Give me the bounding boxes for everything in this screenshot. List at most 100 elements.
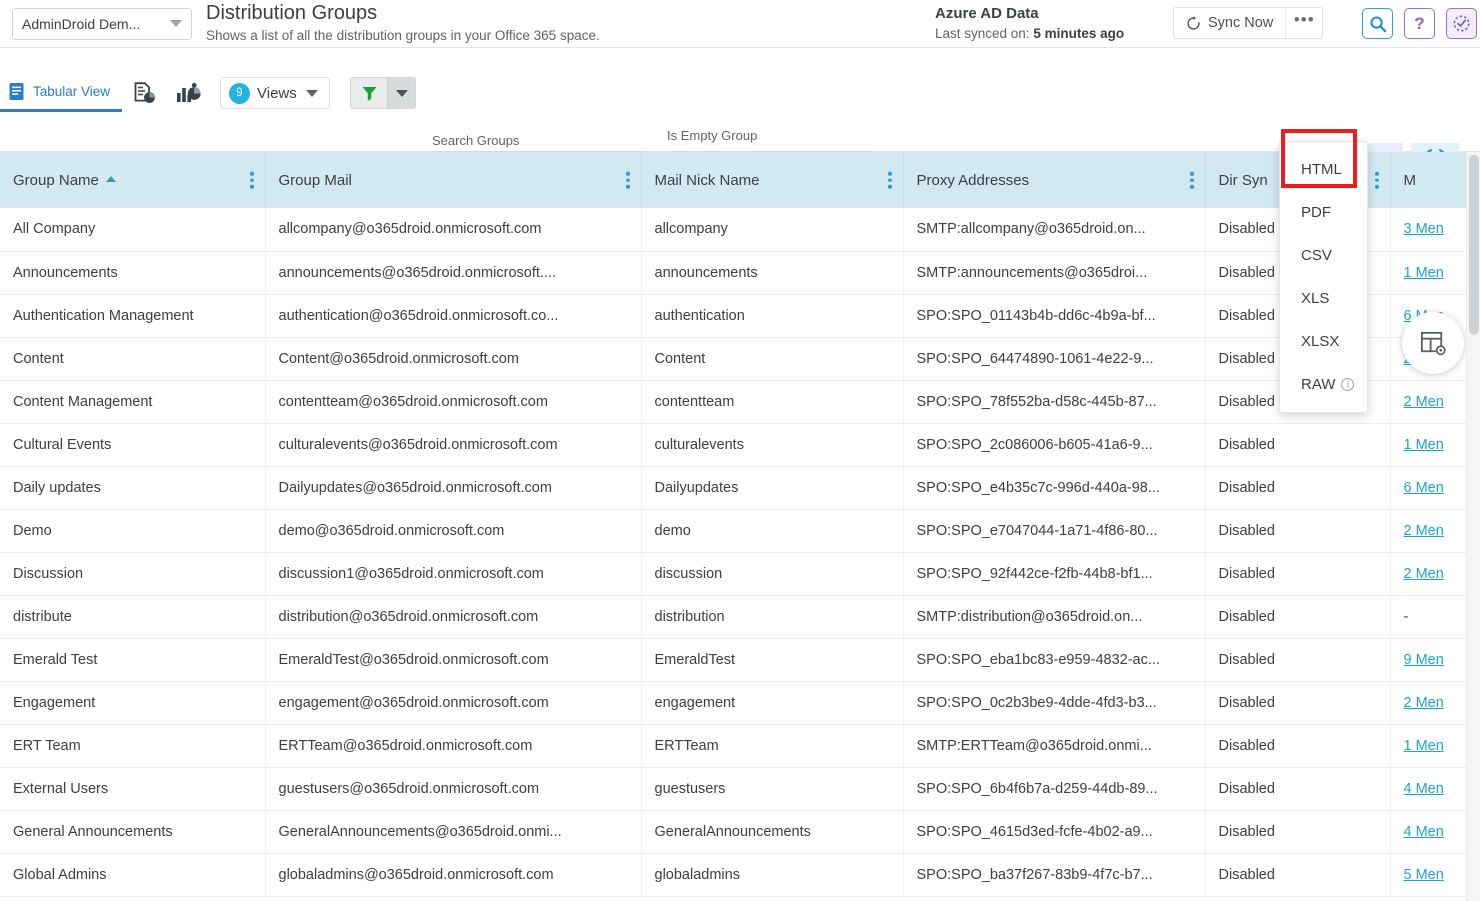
members-link[interactable]: 2 Men — [1404, 566, 1444, 582]
sync-last-synced: Last synced on: 5 minutes ago — [935, 24, 1124, 43]
export-option-label: XLS — [1301, 290, 1329, 307]
members-link[interactable]: 1 Men — [1404, 265, 1444, 281]
group-name-cell: All Company — [0, 208, 265, 251]
sync-now-button[interactable]: Sync Now — [1174, 8, 1285, 38]
page-subtitle: Shows a list of all the distribution gro… — [206, 27, 600, 45]
activity-button[interactable] — [1446, 8, 1477, 39]
table-row[interactable]: Announcementsannouncements@o365droid.onm… — [0, 251, 1466, 294]
column-menu-icon[interactable] — [1190, 172, 1194, 189]
export-option-label: RAW — [1301, 376, 1335, 393]
group-name-cell: Global Admins — [0, 853, 265, 896]
table-row[interactable]: Discussiondiscussion1@o365droid.onmicros… — [0, 552, 1466, 595]
column-header-mail-nick-name[interactable]: Mail Nick Name — [641, 152, 903, 208]
proxy-addresses-cell: SPO:SPO_e4b35c7c-996d-440a-98... — [903, 466, 1205, 509]
mail-nick-name-cell: GeneralAnnouncements — [641, 810, 903, 853]
export-menu-item-raw[interactable]: RAW i — [1280, 363, 1367, 406]
table-row[interactable]: Engagementengagement@o365droid.onmicroso… — [0, 681, 1466, 724]
members-link[interactable]: 4 Men — [1404, 781, 1444, 797]
proxy-addresses-cell: SPO:SPO_e7047044-1a71-4f86-80... — [903, 509, 1205, 552]
group-name-cell: Discussion — [0, 552, 265, 595]
views-button[interactable]: 9 Views — [220, 77, 330, 109]
column-label: Proxy Addresses — [917, 172, 1030, 189]
table-row[interactable]: General Announcements GeneralAnnouncement… — [0, 810, 1466, 853]
column-label: Group Name — [13, 172, 99, 189]
graphical-report-button[interactable] — [176, 82, 202, 109]
mail-nick-name-cell: Content — [641, 337, 903, 380]
column-header-proxy-addresses[interactable]: Proxy Addresses — [903, 152, 1205, 208]
distribution-groups-table: Group Name Group Mail Mail Nick Name Pro… — [0, 152, 1467, 897]
export-menu-item-pdf[interactable]: PDF — [1280, 191, 1367, 234]
help-button[interactable]: ? — [1404, 8, 1435, 39]
filter-button[interactable] — [351, 78, 387, 108]
export-menu-item-csv[interactable]: CSV — [1280, 234, 1367, 277]
group-mail-cell: culturalevents@o365droid.onmicrosoft.com — [265, 423, 641, 466]
members-link[interactable]: 2 Men — [1404, 523, 1444, 539]
table-row[interactable]: Global Adminsglobaladmins@o365droid.onmi… — [0, 853, 1466, 896]
table-row[interactable]: ERT TeamERTTeam@o365droid.onmicrosoft.co… — [0, 724, 1466, 767]
views-count-badge: 9 — [229, 83, 250, 104]
group-name-cell: Announcements — [0, 251, 265, 294]
column-menu-icon[interactable] — [250, 172, 254, 189]
group-mail-cell: engagement@o365droid.onmicrosoft.com — [265, 681, 641, 724]
group-name-cell: ERT Team — [0, 724, 265, 767]
members-link[interactable]: 2 Men — [1404, 695, 1444, 711]
data-grid: Group Name Group Mail Mail Nick Name Pro… — [0, 152, 1480, 901]
members-link[interactable]: 1 Men — [1404, 738, 1444, 754]
group-mail-cell: EmeraldTest@o365droid.onmicrosoft.com — [265, 638, 641, 681]
members-cell: 1 Men — [1390, 251, 1466, 294]
filter-dropdown-button[interactable] — [387, 78, 415, 108]
group-name-cell: Cultural Events — [0, 423, 265, 466]
group-mail-cell: guestusers@o365droid.onmicrosoft.com — [265, 767, 641, 810]
members-link[interactable]: 2 Men — [1404, 394, 1444, 410]
members-link[interactable]: 6 Men — [1404, 480, 1444, 496]
column-header-group-mail[interactable]: Group Mail — [265, 152, 641, 208]
export-menu-item-html[interactable]: HTML — [1280, 148, 1367, 191]
column-menu-icon[interactable] — [1375, 172, 1379, 189]
toolbar: Tabular View 9 Views — [0, 48, 1480, 152]
members-link[interactable]: 9 Men — [1404, 652, 1444, 668]
group-name-cell: External Users — [0, 767, 265, 810]
members-cell: 6 Men — [1390, 466, 1466, 509]
column-menu-icon[interactable] — [626, 172, 630, 189]
members-link[interactable]: 4 Men — [1404, 824, 1444, 840]
members-link[interactable]: 1 Men — [1404, 437, 1444, 453]
search-groups-label: Search Groups — [432, 133, 519, 148]
export-menu-item-xls[interactable]: XLS — [1280, 277, 1367, 320]
table-settings-icon — [1419, 329, 1448, 358]
table-row[interactable]: Cultural Eventsculturalevents@o365droid.… — [0, 423, 1466, 466]
vertical-scrollbar[interactable] — [1466, 152, 1480, 901]
group-name-cell: General Announcements — [0, 810, 265, 853]
table-row[interactable]: Content Managementcontentteam@o365droid.… — [0, 380, 1466, 423]
column-header-members[interactable]: M — [1390, 152, 1466, 208]
tab-tabular-view[interactable]: Tabular View — [0, 74, 122, 112]
column-menu-icon[interactable] — [888, 172, 892, 189]
table-row[interactable]: Emerald TestEmeraldTest@o365droid.onmicr… — [0, 638, 1466, 681]
table-row[interactable]: Authentication Managementauthentication@… — [0, 294, 1466, 337]
group-mail-cell: announcements@o365droid.onmicrosoft.... — [265, 251, 641, 294]
proxy-addresses-cell: SMTP:allcompany@o365droid.on... — [903, 208, 1205, 251]
proxy-addresses-cell: SPO:SPO_6b4f6b7a-d259-44db-89... — [903, 767, 1205, 810]
column-label: Dir Syn — [1219, 172, 1268, 189]
proxy-addresses-cell: SPO:SPO_4615d3ed-fcfe-4b02-a9... — [903, 810, 1205, 853]
table-row[interactable]: ContentContent@o365droid.onmicrosoft.com… — [0, 337, 1466, 380]
table-row[interactable]: Daily updatesDailyupdates@o365droid.onmi… — [0, 466, 1466, 509]
export-menu-item-xlsx[interactable]: XLSX — [1280, 320, 1367, 363]
table-row[interactable]: Demodemo@o365droid.onmicrosoft.comdemoSP… — [0, 509, 1466, 552]
table-row[interactable]: External Usersguestusers@o365droid.onmic… — [0, 767, 1466, 810]
table-row[interactable]: distributedistribution@o365droid.onmicro… — [0, 595, 1466, 638]
members-link[interactable]: 5 Men — [1404, 867, 1444, 883]
group-mail-cell: allcompany@o365droid.onmicrosoft.com — [265, 208, 641, 251]
members-link[interactable]: 3 Men — [1404, 221, 1444, 237]
global-search-button[interactable] — [1362, 8, 1393, 39]
scrollbar-thumb[interactable] — [1469, 155, 1479, 335]
group-mail-cell: demo@o365droid.onmicrosoft.com — [265, 509, 641, 552]
question-mark-icon: ? — [1414, 14, 1424, 34]
column-header-group-name[interactable]: Group Name — [0, 152, 265, 208]
summary-report-button[interactable] — [133, 82, 157, 110]
sync-more-button[interactable]: ••• — [1285, 8, 1322, 38]
column-settings-button[interactable] — [1402, 312, 1464, 374]
table-body: All Companyallcompany@o365droid.onmicros… — [0, 208, 1466, 896]
tenant-selector[interactable]: AdminDroid Dem... — [12, 8, 192, 40]
info-icon[interactable]: i — [1341, 378, 1354, 391]
table-row[interactable]: All Companyallcompany@o365droid.onmicros… — [0, 208, 1466, 251]
